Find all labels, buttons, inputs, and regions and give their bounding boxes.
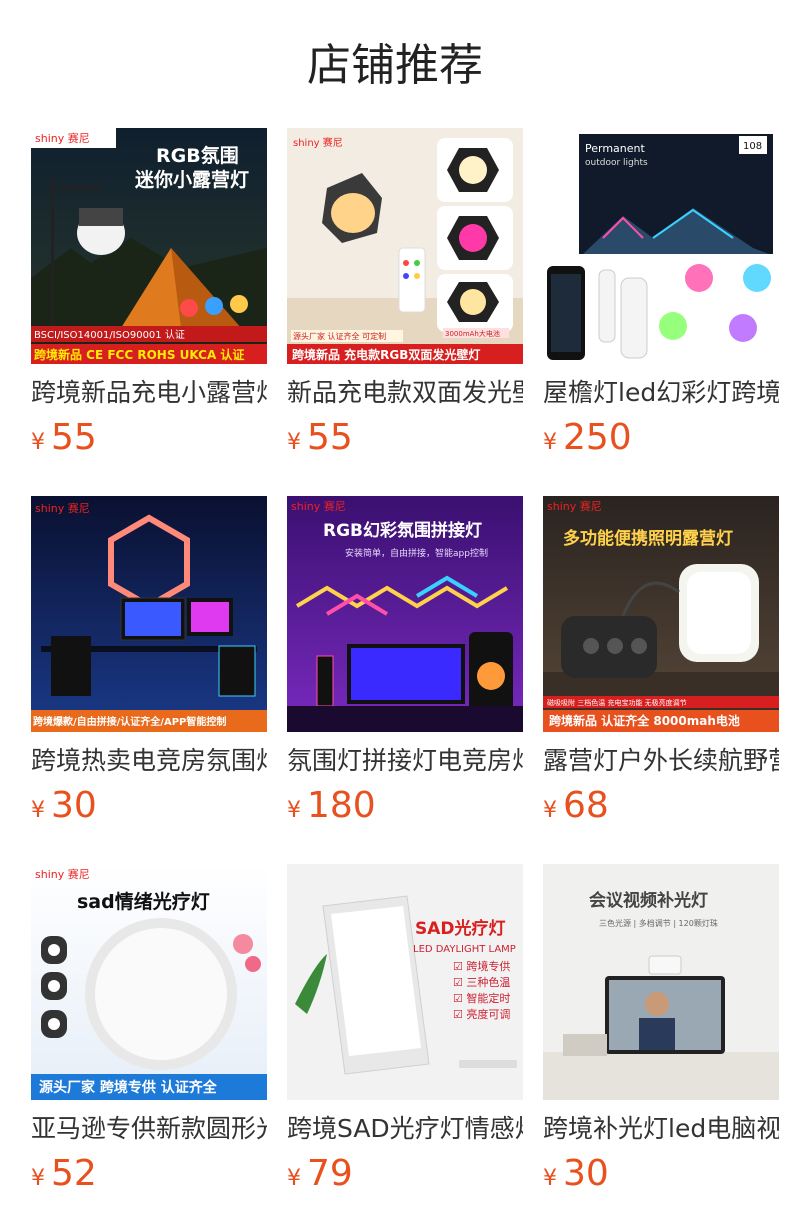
svg-text:多功能便携照明露营灯: 多功能便携照明露营灯 — [563, 528, 733, 549]
product-card[interactable]: SAD光疗灯 LED DAYLIGHT LAMP ☑ 跨境专供 ☑ 三种色温 ☑… — [287, 864, 523, 1200]
product-name[interactable]: 跨境热卖电竞房氛围灯 — [31, 746, 267, 776]
svg-text:跨境新品 认证齐全 8000mah电池: 跨境新品 认证齐全 8000mah电池 — [549, 713, 740, 728]
svg-text:LED DAYLIGHT LAMP: LED DAYLIGHT LAMP — [413, 944, 516, 955]
product-name[interactable]: 跨境SAD光疗灯情感灯 — [287, 1114, 523, 1144]
svg-text:sad情绪光疗灯: sad情绪光疗灯 — [77, 890, 210, 913]
product-price: ¥52 — [31, 1153, 97, 1194]
product-image[interactable]: shiny 赛尼 RGB幻彩氛围拼接灯 安装简单，自由拼接，智能app控制 — [287, 496, 523, 732]
product-image[interactable]: shiny 赛尼 多功能便携照明露营灯 磁吸吸附 三档色温 充电宝功能 无极亮度… — [543, 496, 779, 732]
product-price: ¥250 — [543, 417, 632, 458]
product-price: ¥79 — [287, 1153, 353, 1194]
product-price: ¥68 — [543, 785, 609, 826]
product-card[interactable]: 108 Permanent outdoor lights 屋檐灯led幻彩灯跨境… — [543, 128, 779, 464]
product-name[interactable]: 新品充电款双面发光壁灯 — [287, 378, 523, 408]
product-price: ¥55 — [31, 417, 97, 458]
svg-text:迷你小露营灯: 迷你小露营灯 — [134, 168, 249, 191]
product-card[interactable]: shiny 赛尼 RGB氛围 迷你小露营灯 BSCI/ISO14001/ISO9… — [31, 128, 267, 464]
svg-text:源头厂家 跨境专供 认证齐全: 源头厂家 跨境专供 认证齐全 — [39, 1079, 218, 1096]
product-image[interactable]: shiny 赛尼 跨境爆款/自由拼接/认证齐全/APP智能控制 — [31, 496, 267, 732]
product-name[interactable]: 亚马逊专供新款圆形光疗灯 — [31, 1114, 267, 1144]
product-price: ¥180 — [287, 785, 376, 826]
product-name[interactable]: 露营灯户外长续航野营灯 — [543, 746, 779, 776]
svg-text:3000mAh大电池: 3000mAh大电池 — [445, 329, 500, 338]
product-card[interactable]: shiny 赛尼 多功能便携照明露营灯 磁吸吸附 三档色温 充电宝功能 无极亮度… — [543, 496, 779, 832]
svg-text:outdoor lights: outdoor lights — [585, 158, 648, 168]
product-image[interactable]: shiny 赛尼 RGB氛围 迷你小露营灯 BSCI/ISO14001/ISO9… — [31, 128, 267, 364]
brand-logo: shiny 赛尼 — [35, 867, 90, 881]
product-name[interactable]: 跨境新品充电小露营灯 — [31, 378, 267, 408]
svg-text:SAD光疗灯: SAD光疗灯 — [415, 918, 506, 939]
svg-text:☑ 三种色温: ☑ 三种色温 — [453, 975, 510, 989]
svg-text:RGB氛围: RGB氛围 — [156, 144, 239, 167]
product-card[interactable]: shiny 赛尼 RGB幻彩氛围拼接灯 安装简单，自由拼接，智能app控制 氛围… — [287, 496, 523, 832]
product-card[interactable]: 会议视频补光灯 三色光源 | 多档调节 | 120颗灯珠 跨境补光灯led电脑视… — [543, 864, 779, 1200]
product-image[interactable]: SAD光疗灯 LED DAYLIGHT LAMP ☑ 跨境专供 ☑ 三种色温 ☑… — [287, 864, 523, 1100]
product-card[interactable]: shiny 赛尼 跨境爆款/自由拼接/认证齐全/APP智能控制 跨境热卖电竞房氛… — [31, 496, 267, 832]
product-card[interactable]: shiny 赛尼 源头厂家 认证齐全 可定制 3000mAh大电池 跨境新品 充… — [287, 128, 523, 464]
svg-text:跨境新品 CE FCC ROHS UKCA 认证: 跨境新品 CE FCC ROHS UKCA 认证 — [34, 347, 244, 362]
brand-logo: shiny 赛尼 — [35, 131, 90, 145]
svg-text:跨境爆款/自由拼接/认证齐全/APP智能控制: 跨境爆款/自由拼接/认证齐全/APP智能控制 — [33, 715, 226, 728]
product-name[interactable]: 氛围灯拼接灯电竞房灯 — [287, 746, 523, 776]
svg-text:☑ 亮度可调: ☑ 亮度可调 — [453, 1007, 510, 1021]
svg-text:安装简单，自由拼接，智能app控制: 安装简单，自由拼接，智能app控制 — [345, 547, 488, 559]
product-image[interactable]: shiny 赛尼 源头厂家 认证齐全 可定制 3000mAh大电池 跨境新品 充… — [287, 128, 523, 364]
product-name[interactable]: 屋檐灯led幻彩灯跨境 — [543, 378, 779, 408]
svg-text:源头厂家 认证齐全 可定制: 源头厂家 认证齐全 可定制 — [293, 331, 386, 341]
svg-text:会议视频补光灯: 会议视频补光灯 — [589, 890, 708, 911]
svg-text:☑ 跨境专供: ☑ 跨境专供 — [453, 959, 510, 973]
product-name[interactable]: 跨境补光灯led电脑视频 — [543, 1114, 779, 1144]
product-price: ¥30 — [31, 785, 97, 826]
svg-text:108: 108 — [743, 141, 762, 152]
svg-text:磁吸吸附 三档色温 充电宝功能 无极亮度调节: 磁吸吸附 三档色温 充电宝功能 无极亮度调节 — [547, 698, 687, 707]
brand-logo: shiny 赛尼 — [291, 499, 346, 513]
brand-logo: shiny 赛尼 — [35, 501, 90, 515]
svg-text:三色光源 | 多档调节 | 120颗灯珠: 三色光源 | 多档调节 | 120颗灯珠 — [599, 918, 718, 928]
product-price: ¥55 — [287, 417, 353, 458]
svg-text:BSCI/ISO14001/ISO90001 认证: BSCI/ISO14001/ISO90001 认证 — [34, 328, 185, 341]
svg-text:☑ 智能定时: ☑ 智能定时 — [453, 991, 510, 1005]
product-image[interactable]: 108 Permanent outdoor lights — [543, 128, 779, 364]
product-image[interactable]: 会议视频补光灯 三色光源 | 多档调节 | 120颗灯珠 — [543, 864, 779, 1100]
product-price: ¥30 — [543, 1153, 609, 1194]
brand-logo: shiny 赛尼 — [293, 136, 343, 149]
svg-text:RGB幻彩氛围拼接灯: RGB幻彩氛围拼接灯 — [323, 520, 482, 541]
svg-text:Permanent: Permanent — [585, 142, 646, 155]
product-card[interactable]: shiny 赛尼 sad情绪光疗灯 源头厂家 跨境专供 认证齐全 亚马逊专供新款… — [31, 864, 267, 1200]
brand-logo: shiny 赛尼 — [547, 499, 602, 513]
product-image[interactable]: shiny 赛尼 sad情绪光疗灯 源头厂家 跨境专供 认证齐全 — [31, 864, 267, 1100]
section-title: 店铺推荐 — [307, 40, 483, 91]
svg-text:跨境新品 充电款RGB双面发光壁灯: 跨境新品 充电款RGB双面发光壁灯 — [292, 347, 480, 362]
